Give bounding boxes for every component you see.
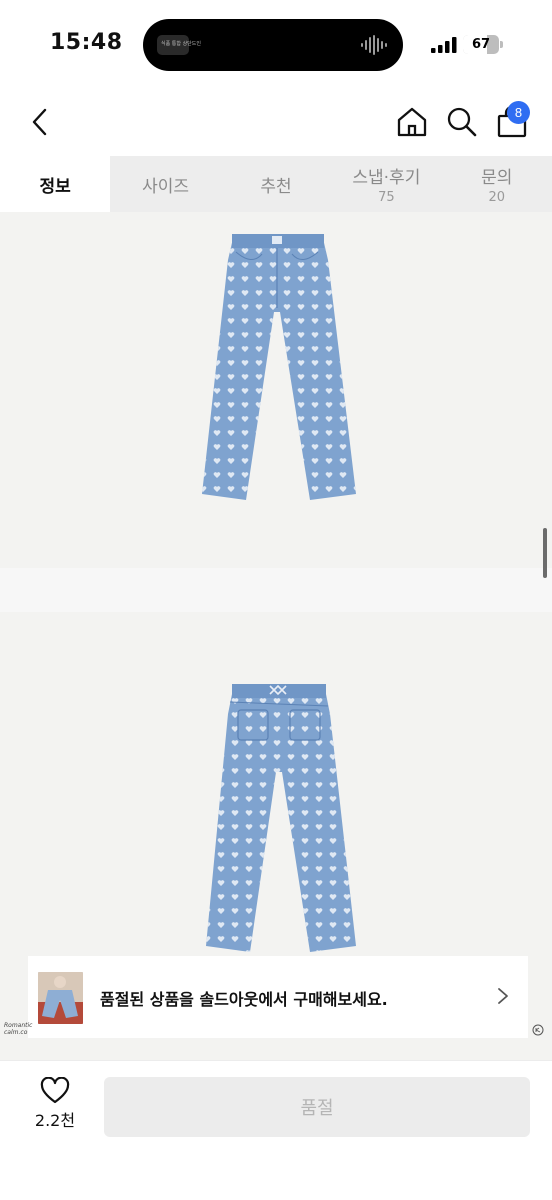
battery-level: 67 — [471, 37, 491, 52]
banner-text: 품절된 상품을 솔드아웃에서 구매해보세요. — [100, 990, 388, 1009]
tab-size[interactable]: 사이즈 — [110, 156, 220, 212]
audio-wave-icon — [361, 35, 387, 55]
status-bar: 15:48 식품 통합 상단드인 67 — [0, 0, 552, 90]
like-count: 2.2천 — [34, 1111, 76, 1130]
like-button[interactable]: 2.2천 — [26, 1077, 84, 1139]
tab-label: 사이즈 — [142, 176, 190, 197]
status-time: 15:48 — [50, 30, 123, 55]
cart-count-badge: 8 — [507, 101, 530, 124]
product-image-front — [0, 212, 552, 568]
soldout-promo-banner[interactable]: 품절된 상품을 솔드아웃에서 구매해보세요. — [28, 956, 528, 1038]
bottom-action-bar: 2.2천 품절 — [0, 1060, 552, 1200]
island-text: 식품 통합 상단드인 — [161, 41, 201, 47]
watermark-text: Romantic calm.co — [4, 1022, 32, 1036]
soldout-button[interactable]: 품절 — [104, 1077, 530, 1137]
product-detail-content: 품절된 상품을 솔드아웃에서 구매해보세요. Romantic calm.co — [0, 212, 552, 1060]
home-icon[interactable] — [394, 104, 430, 140]
tab-label: 문의 — [481, 168, 513, 188]
tab-count: 75 — [378, 190, 395, 205]
tab-reviews[interactable]: 스냅·후기 75 — [331, 156, 441, 212]
dynamic-island[interactable]: 식품 통합 상단드인 — [143, 19, 403, 71]
tab-info[interactable]: 정보 — [0, 156, 111, 212]
battery-cap — [500, 41, 503, 48]
image-divider — [0, 568, 552, 612]
watermark-line: Romantic — [4, 1022, 33, 1029]
heart-icon — [40, 1077, 70, 1104]
jeans-back-image — [206, 684, 356, 952]
scroll-indicator[interactable] — [543, 528, 547, 578]
tab-recommend[interactable]: 추천 — [221, 156, 331, 212]
top-navigation — [0, 90, 552, 156]
brand-logo-icon — [532, 1024, 544, 1036]
jeans-front-image — [202, 234, 356, 500]
search-icon[interactable] — [444, 104, 480, 140]
tab-label: 정보 — [39, 176, 71, 197]
tab-count: 20 — [488, 190, 506, 205]
product-tabs: 정보 사이즈 추천 스냅·후기 75 문의 20 — [0, 156, 552, 212]
tab-inquiry[interactable]: 문의 20 — [442, 156, 552, 212]
cellular-signal-icon — [431, 37, 457, 53]
tab-label: 스냅·후기 — [352, 168, 421, 188]
chevron-left-icon[interactable] — [24, 104, 56, 140]
battery-icon: 67 — [463, 35, 499, 54]
banner-thumbnail — [38, 972, 83, 1024]
chevron-right-icon — [498, 988, 508, 1004]
tab-label: 추천 — [260, 176, 292, 197]
watermark-line: calm.co — [4, 1029, 28, 1036]
